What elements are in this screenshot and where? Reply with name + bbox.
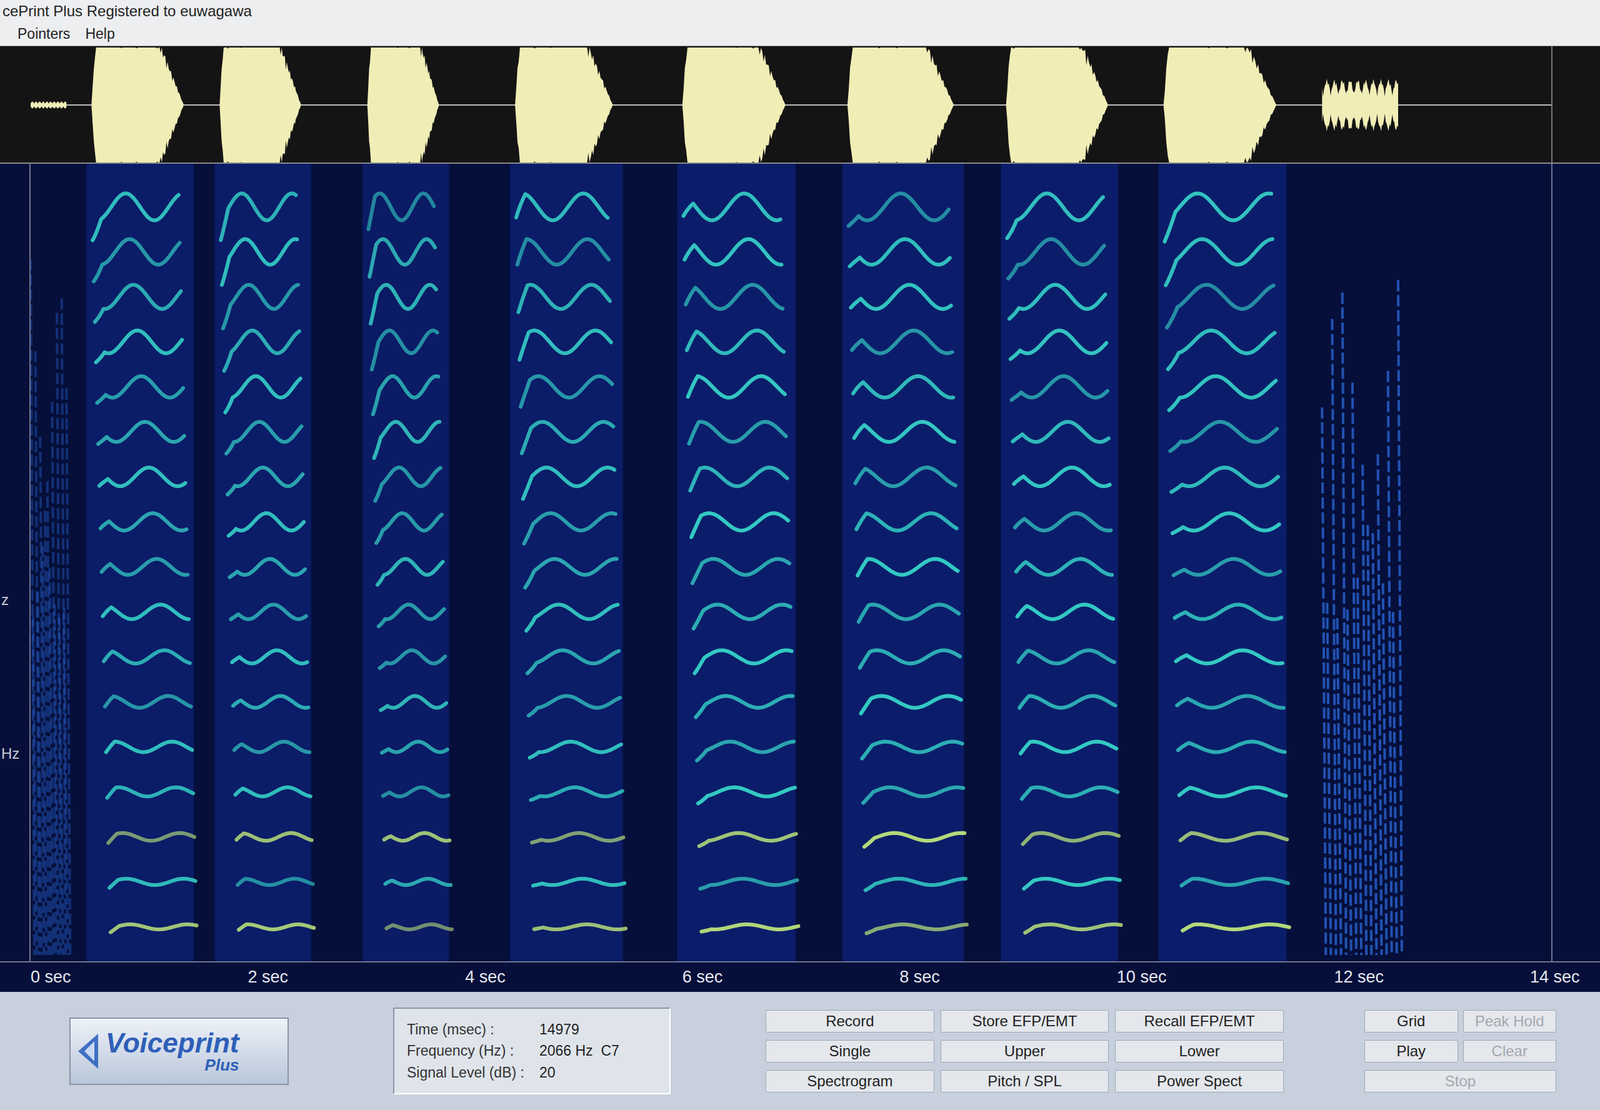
toolbar-button[interactable]: Recall EFP/EMT bbox=[1115, 1010, 1284, 1033]
time-label: 12 sec bbox=[1333, 964, 1552, 990]
readout-value: 14979 bbox=[539, 1018, 657, 1041]
time-label: 2 sec bbox=[248, 964, 466, 990]
time-label: 8 sec bbox=[899, 964, 1117, 990]
toolbar-button[interactable]: Single bbox=[765, 1040, 935, 1063]
spectrogram-syllable bbox=[1158, 163, 1290, 962]
time-label: 4 sec bbox=[465, 964, 683, 990]
menu-item[interactable]: Help bbox=[85, 23, 115, 45]
side-buttons: GridPeak HoldPlayClear Stop bbox=[1364, 1010, 1557, 1093]
toolbar-button[interactable]: Upper bbox=[940, 1040, 1110, 1063]
time-label: 6 sec bbox=[682, 964, 900, 990]
menu-item[interactable]: Pointers bbox=[17, 23, 70, 45]
control-panel: VoiceprintPlus Time (msec) : 14979 Frequenc… bbox=[0, 991, 1600, 1110]
waveform-segment bbox=[219, 47, 301, 163]
toolbar-button: Stop bbox=[1364, 1070, 1557, 1093]
readout-label: Frequency (Hz) : bbox=[406, 1040, 525, 1062]
waveform-segment bbox=[91, 47, 184, 163]
waveform-strip bbox=[0, 46, 1600, 164]
toolbar-button: Clear bbox=[1463, 1040, 1557, 1063]
waveform-segment bbox=[682, 47, 786, 163]
time-label: 0 sec bbox=[30, 964, 249, 990]
menu-bar: Pointers Help bbox=[0, 22, 1600, 47]
spectrogram-syllable bbox=[362, 163, 452, 962]
logo-arrow-icon bbox=[75, 1031, 101, 1072]
frequency-axis: z Hz bbox=[0, 163, 31, 962]
waveform-segment bbox=[847, 47, 954, 163]
readout-value: 20 bbox=[539, 1061, 657, 1084]
toolbar-button: Peak Hold bbox=[1463, 1010, 1557, 1033]
spectrogram-syllable bbox=[510, 163, 626, 962]
readout-label: Signal Level (dB) : bbox=[406, 1061, 525, 1084]
main-buttons: RecordStore EFP/EMTRecall EFP/EMT SingleU… bbox=[765, 1010, 1284, 1093]
toolbar-button[interactable]: Power Spect bbox=[1115, 1070, 1284, 1093]
time-label: 14 sec bbox=[1530, 964, 1580, 990]
waveform-segment bbox=[1163, 47, 1277, 163]
toolbar-button[interactable]: Pitch / SPL bbox=[940, 1070, 1110, 1093]
title-bar: cePrint Plus Registered to euwagawa bbox=[0, 0, 1600, 23]
toolbar-button[interactable]: Play bbox=[1364, 1040, 1459, 1063]
spectrogram-syllable bbox=[86, 163, 197, 962]
waveform-segment bbox=[367, 47, 440, 163]
waveform-segment bbox=[1006, 47, 1109, 163]
waveform-segment bbox=[1321, 78, 1399, 132]
toolbar-button[interactable]: Spectrogram bbox=[765, 1070, 935, 1093]
frequency-label: Hz bbox=[0, 742, 30, 765]
spectrogram-area: z Hz bbox=[0, 163, 1600, 962]
readout-label: Time (msec) : bbox=[406, 1018, 525, 1041]
waveform-segment bbox=[515, 47, 613, 163]
spectrogram-noise bbox=[30, 259, 70, 955]
readout-value: 2066 Hz C7 bbox=[539, 1040, 657, 1062]
waveform bbox=[30, 46, 1552, 164]
toolbar-button[interactable]: Grid bbox=[1364, 1010, 1459, 1033]
spectrogram[interactable] bbox=[30, 163, 1552, 962]
spectrogram-syllable bbox=[1001, 163, 1122, 962]
waveform-segment bbox=[30, 101, 67, 109]
voiceprint-logo: VoiceprintPlus bbox=[69, 1017, 289, 1085]
frequency-label: z bbox=[0, 588, 30, 612]
toolbar-button[interactable]: Store EFP/EMT bbox=[940, 1010, 1110, 1033]
toolbar-button[interactable]: Record bbox=[765, 1010, 935, 1033]
voiceprint-window: cePrint Plus Registered to euwagawaPoint… bbox=[0, 0, 1600, 1110]
readout-box: Time (msec) : 14979 Frequency (Hz) : 2066 H… bbox=[393, 1007, 671, 1095]
time-axis: 0 sec2 sec4 sec6 sec8 sec10 sec12 sec14 … bbox=[0, 961, 1600, 992]
spectrogram-noise bbox=[1321, 280, 1402, 955]
spectrogram-syllable bbox=[677, 163, 799, 962]
spectrogram-syllable bbox=[842, 163, 967, 962]
spectrogram-syllable bbox=[214, 163, 314, 962]
time-label: 10 sec bbox=[1116, 964, 1335, 990]
toolbar-button[interactable]: Lower bbox=[1115, 1040, 1284, 1063]
